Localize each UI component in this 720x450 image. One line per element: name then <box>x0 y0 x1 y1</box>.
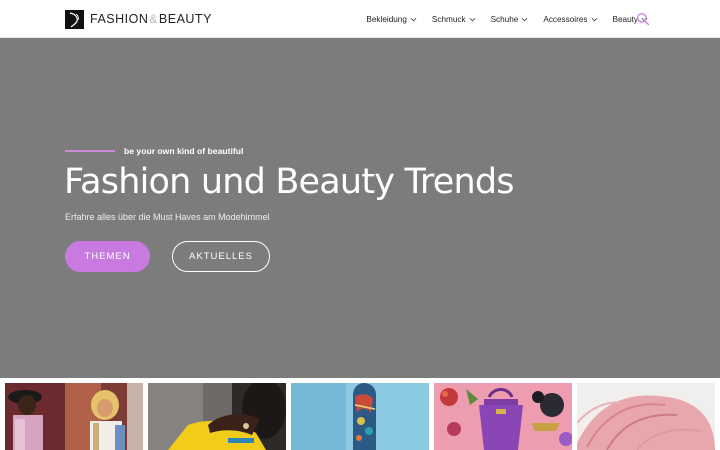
nav-item-label: Schmuck <box>431 14 466 24</box>
logo-text-amp: & <box>149 12 158 26</box>
logo-mark-icon <box>65 9 84 29</box>
site-header: FASHION & BEAUTY Bekleidung Schmuck Schu… <box>0 0 720 38</box>
nav-item-label: Accessoires <box>543 14 588 24</box>
featured-thumbnails <box>0 378 720 450</box>
hero-title: Fashion und Beauty Trends <box>64 162 515 202</box>
themen-button[interactable]: THEMEN <box>65 241 150 272</box>
hero-banner: be your own kind of beautiful Fashion un… <box>0 38 720 378</box>
nav-item-accessoires[interactable]: Accessoires <box>543 15 597 24</box>
nav-item-schmuck[interactable]: Schmuck <box>432 15 476 24</box>
logo-text-fashion: FASHION <box>90 12 149 26</box>
thumb-boot-sky[interactable] <box>291 383 429 450</box>
hero-subtitle: Erfahre alles über die Must Haves am Mod… <box>65 212 270 222</box>
tagline-divider <box>65 150 115 152</box>
site-logo[interactable]: FASHION & BEAUTY <box>65 9 212 29</box>
search-icon[interactable] <box>636 12 650 26</box>
nav-item-label: Beauty <box>612 14 639 24</box>
nav-item-label: Bekleidung <box>366 14 407 24</box>
hero-tagline: be your own kind of beautiful <box>124 146 244 156</box>
aktuelles-button[interactable]: AKTUELLES <box>172 241 270 272</box>
nav-item-label: Schuhe <box>490 14 519 24</box>
chevron-down-icon <box>521 17 528 21</box>
main-nav: Bekleidung Schmuck Schuhe Accessoires Be… <box>351 0 648 38</box>
hero-tagline-row: be your own kind of beautiful <box>65 146 243 156</box>
nav-item-schuhe[interactable]: Schuhe <box>491 15 529 24</box>
thumb-pink-hair[interactable] <box>577 383 715 450</box>
thumb-purple-bag[interactable] <box>434 383 572 450</box>
logo-text: FASHION & BEAUTY <box>90 12 212 26</box>
thumb-street-fashion[interactable] <box>5 383 143 450</box>
chevron-down-icon <box>410 17 417 21</box>
logo-text-beauty: BEAUTY <box>158 12 212 26</box>
chevron-down-icon <box>469 17 475 21</box>
nav-item-bekleidung[interactable]: Bekleidung <box>366 15 417 24</box>
chevron-down-icon <box>591 17 597 21</box>
thumb-yellow-portrait[interactable] <box>148 383 286 450</box>
